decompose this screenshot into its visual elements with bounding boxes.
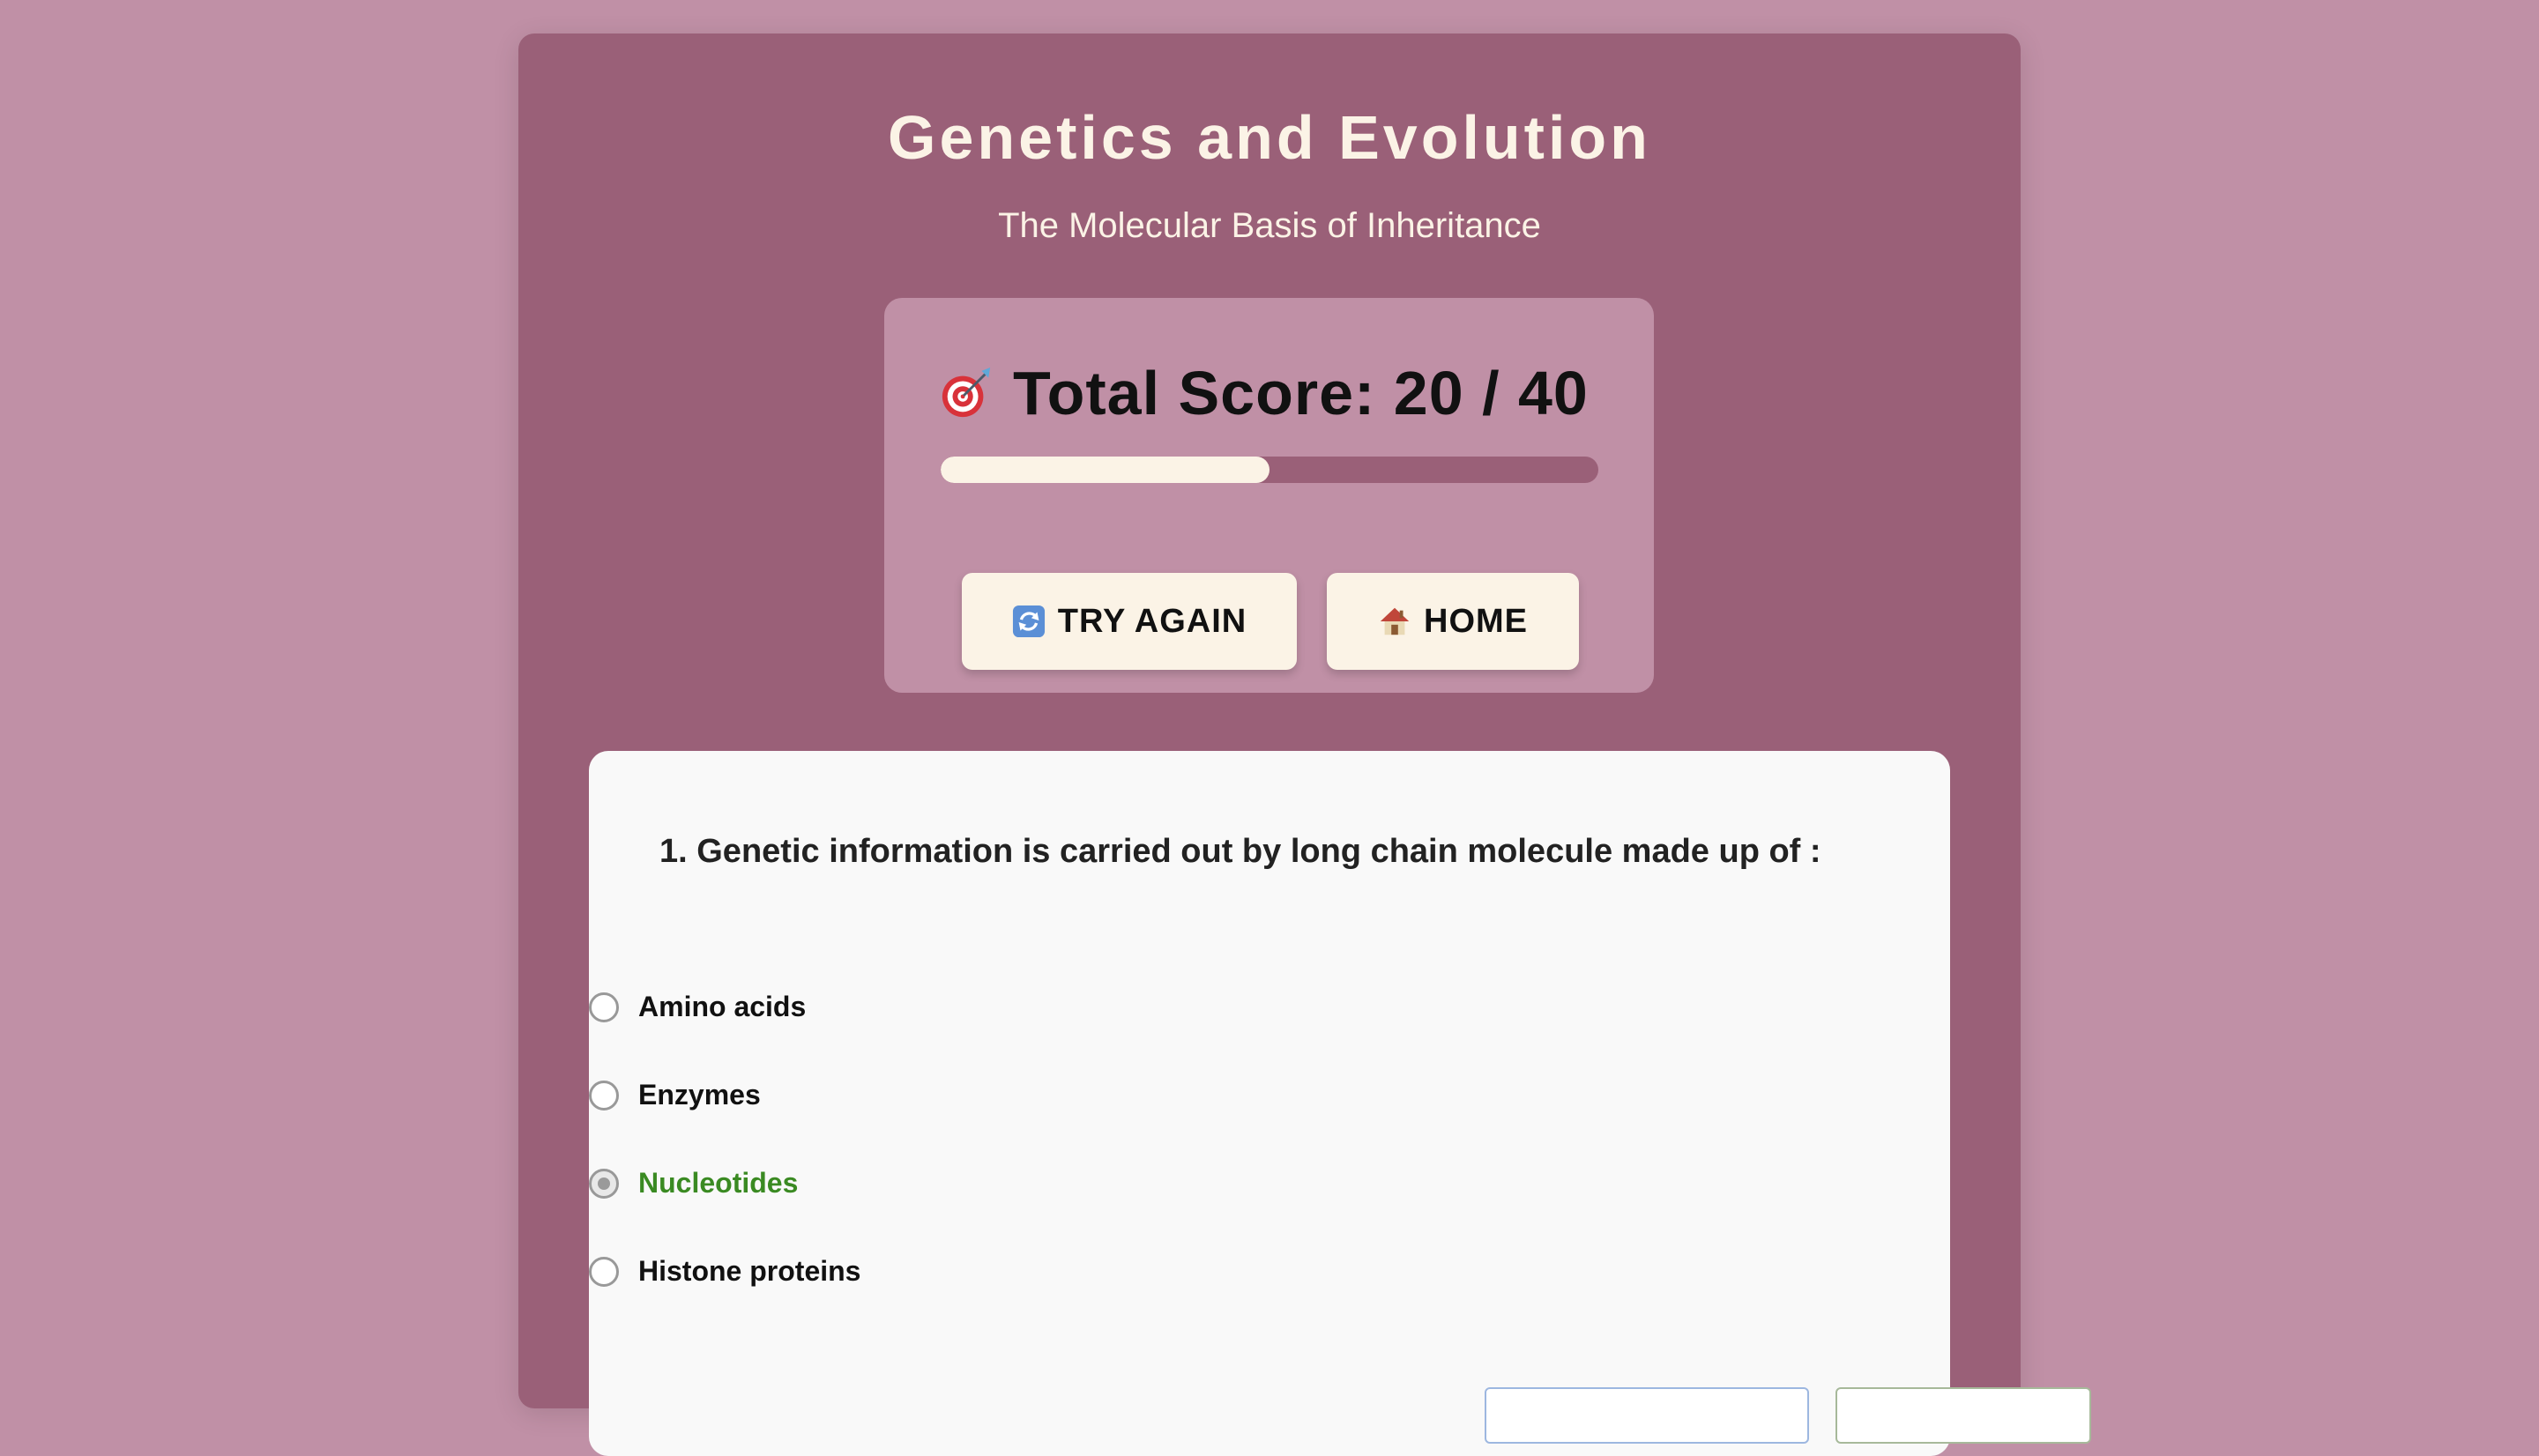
- option-label: Amino acids: [638, 991, 807, 1022]
- target-dart-icon: [939, 366, 994, 420]
- house-icon: [1378, 605, 1411, 638]
- question-card: 1. Genetic information is carried out by…: [589, 751, 1950, 1456]
- home-label: HOME: [1424, 602, 1528, 640]
- option-enzymes[interactable]: Enzymes: [589, 1079, 761, 1111]
- radio-button-selected[interactable]: [589, 1168, 619, 1199]
- radio-button[interactable]: [589, 1256, 619, 1287]
- option-amino-acids[interactable]: Amino acids: [589, 991, 806, 1023]
- quiz-container: Genetics and Evolution The Molecular Bas…: [518, 33, 2091, 1456]
- option-label: Histone proteins: [638, 1255, 861, 1287]
- score-progress-bar: [941, 457, 1598, 483]
- score-line: Total Score: 20 / 40: [939, 358, 1589, 428]
- card-action-button[interactable]: [1485, 1387, 1809, 1444]
- option-histone-proteins[interactable]: Histone proteins: [589, 1255, 860, 1288]
- total-score: Total Score: 20 / 40: [1013, 359, 1589, 427]
- page-subtitle: The Molecular Basis of Inheritance: [998, 206, 1541, 245]
- option-label-correct: Nucleotides: [638, 1167, 799, 1199]
- score-panel: Total Score: 20 / 40 TRY AGAIN HOME: [884, 298, 1654, 693]
- card-action-button-secondary[interactable]: [1835, 1387, 2091, 1444]
- radio-button[interactable]: [589, 1080, 619, 1111]
- refresh-icon: [1012, 605, 1046, 638]
- score-progress-fill: [941, 457, 1270, 483]
- option-label: Enzymes: [638, 1079, 761, 1111]
- radio-button[interactable]: [589, 992, 619, 1022]
- try-again-label: TRY AGAIN: [1057, 602, 1247, 640]
- home-button[interactable]: HOME: [1327, 573, 1579, 670]
- option-nucleotides[interactable]: Nucleotides: [589, 1167, 798, 1200]
- try-again-button[interactable]: TRY AGAIN: [962, 573, 1297, 670]
- page-title: Genetics and Evolution: [888, 103, 1651, 172]
- question-text: 1. Genetic information is carried out by…: [659, 833, 1821, 870]
